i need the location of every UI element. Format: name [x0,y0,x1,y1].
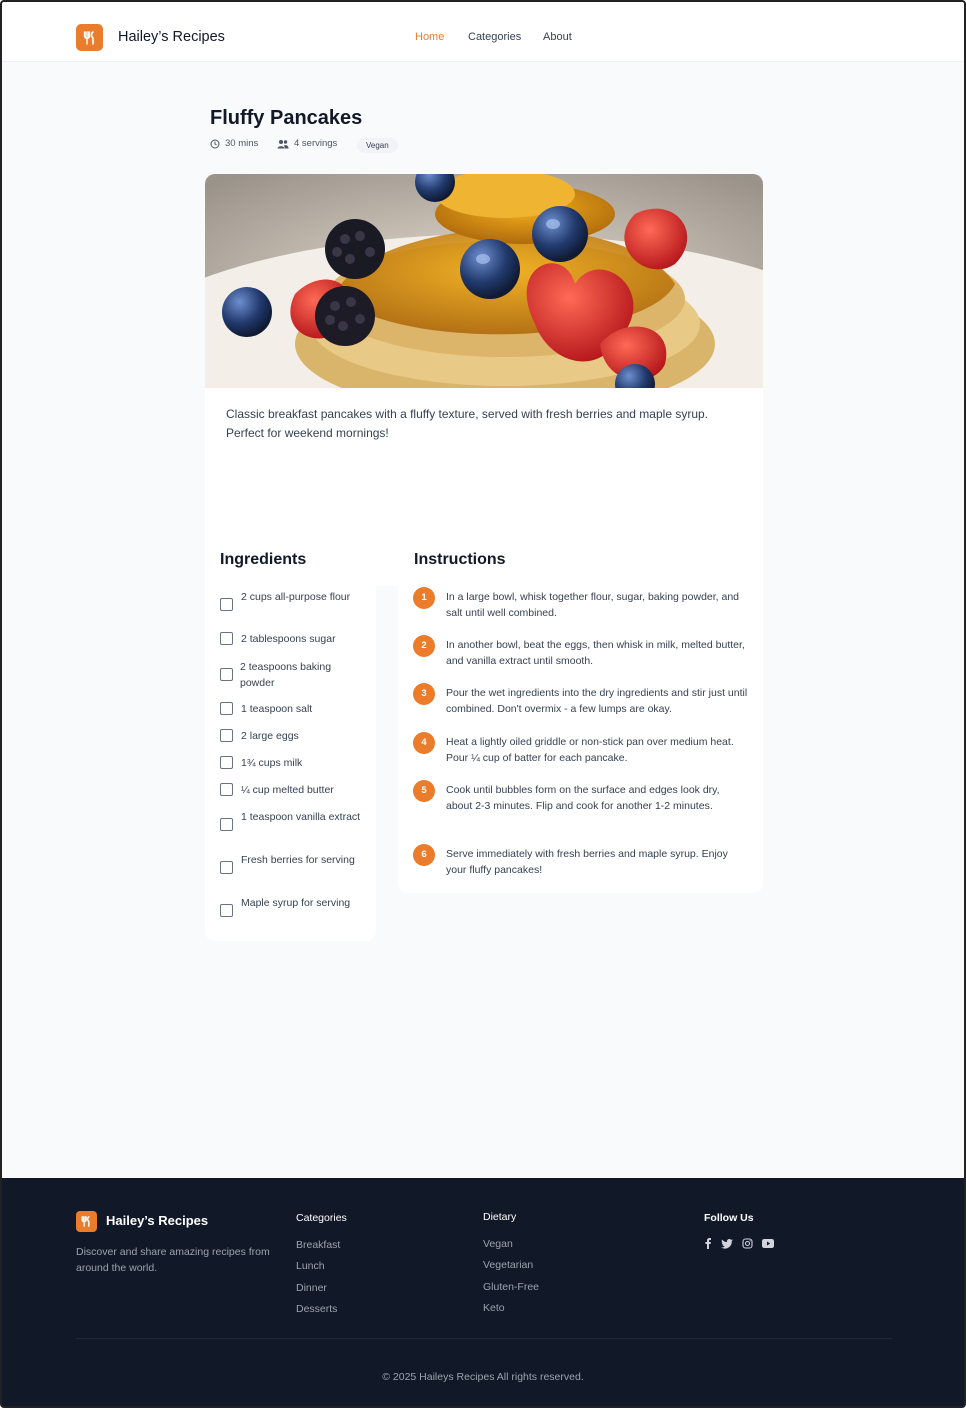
ingredients-title: Ingredients [220,551,307,568]
ingredient-checkbox[interactable] [220,861,233,874]
copyright: © 2025 Haileys Recipes All rights reserv… [382,1371,584,1383]
pancake-image [205,174,763,388]
nav-categories[interactable]: Categories [468,31,521,43]
recipe-description: Classic breakfast pancakes with a fluffy… [226,407,708,440]
footer-divider [76,1338,892,1339]
footer-link-keto[interactable]: Keto [483,1302,505,1314]
facebook-icon[interactable] [704,1238,712,1249]
footer-link-vegetarian[interactable]: Vegetarian [483,1259,533,1271]
step-text: Pour the wet ingredients into the dry in… [446,687,748,715]
ingredient-checkbox[interactable] [220,756,233,769]
ingredient-checkbox[interactable] [220,904,233,917]
ingredient-checkbox[interactable] [220,729,233,742]
footer-dietary-title: Dietary [483,1211,517,1223]
ingredient-label: 1 teaspoon vanilla extract [241,811,361,823]
step-text: In a large bowl, whisk together flour, s… [446,591,740,619]
utensils-icon[interactable] [76,1211,97,1232]
ingredient-label: 2 teaspoons baking powder [240,661,332,689]
footer-brand[interactable]: Hailey’s Recipes [106,1213,208,1228]
instructions-card: Instructions 1 In a large bowl, whisk tog… [398,535,763,893]
step-number: 5 [413,780,435,802]
step-number: 6 [413,844,435,866]
ingredient-checkbox[interactable] [220,702,233,715]
ingredient-checkbox[interactable] [220,668,233,681]
footer-link-desserts[interactable]: Desserts [296,1303,337,1315]
footer-tagline: Discover and share amazing recipes from … [76,1246,270,1274]
footer-categories-title: Categories [296,1212,347,1224]
ingredient-checkbox[interactable] [220,598,233,611]
ingredient-label: 2 tablespoons sugar [241,633,336,645]
recipe-title: Fluffy Pancakes [210,107,363,129]
ingredient-label: Maple syrup for serving [241,897,351,909]
nav-home[interactable]: Home [415,31,444,43]
footer-link-dinner[interactable]: Dinner [296,1282,327,1294]
social-links [704,1238,774,1249]
nav-about[interactable]: About [543,31,572,43]
twitter-icon[interactable] [721,1238,733,1249]
diet-badge: Vegan [357,138,398,153]
step-text: Serve immediately with fresh berries and… [446,848,728,876]
step-text: Heat a lightly oiled griddle or non-stic… [446,736,734,764]
step-number: 4 [413,732,435,754]
ingredient-label: 2 large eggs [241,730,299,742]
step-text: In another bowl, beat the eggs, then whi… [446,639,745,667]
ingredient-label: ¼ cup melted butter [241,784,334,796]
ingredient-label: Fresh berries for serving [241,854,355,866]
recipe-servings-text: 4 servings [294,138,338,149]
recipe-time: 30 mins [210,138,258,149]
instagram-icon[interactable] [742,1238,753,1249]
footer-link-breakfast[interactable]: Breakfast [296,1239,340,1251]
users-icon [277,139,289,148]
site-brand[interactable]: Hailey’s Recipes [118,29,225,45]
recipe-time-text: 30 mins [225,138,259,149]
step-number: 2 [413,635,435,657]
footer-follow-title: Follow Us [704,1212,754,1224]
utensils-icon[interactable] [76,24,103,51]
footer-link-vegan[interactable]: Vegan [483,1238,513,1250]
ingredient-label: 1¾ cups milk [241,757,303,769]
footer-link-lunch[interactable]: Lunch [296,1260,325,1272]
instructions-title: Instructions [414,551,506,568]
ingredient-label: 1 teaspoon salt [241,703,313,715]
site-header: Hailey’s Recipes Home Categories About [2,2,964,62]
youtube-icon[interactable] [762,1239,774,1248]
ingredient-label: 2 cups all-purpose flour [241,591,351,603]
step-number: 3 [413,683,435,705]
step-number: 1 [413,587,435,609]
ingredient-checkbox[interactable] [220,818,233,831]
footer-link-gluten-free[interactable]: Gluten-Free [483,1281,539,1293]
ingredient-checkbox[interactable] [220,632,233,645]
site-footer: Hailey’s Recipes Discover and share amaz… [2,1178,964,1406]
step-text: Cook until bubbles form on the surface a… [446,784,720,812]
ingredients-card: Ingredients 2 cups all-purpose flour 2 t… [205,535,376,941]
recipe-servings: 4 servings [277,138,337,149]
recipe-hero-card: Classic breakfast pancakes with a fluffy… [205,174,763,586]
ingredient-checkbox[interactable] [220,783,233,796]
clock-icon [210,139,220,148]
